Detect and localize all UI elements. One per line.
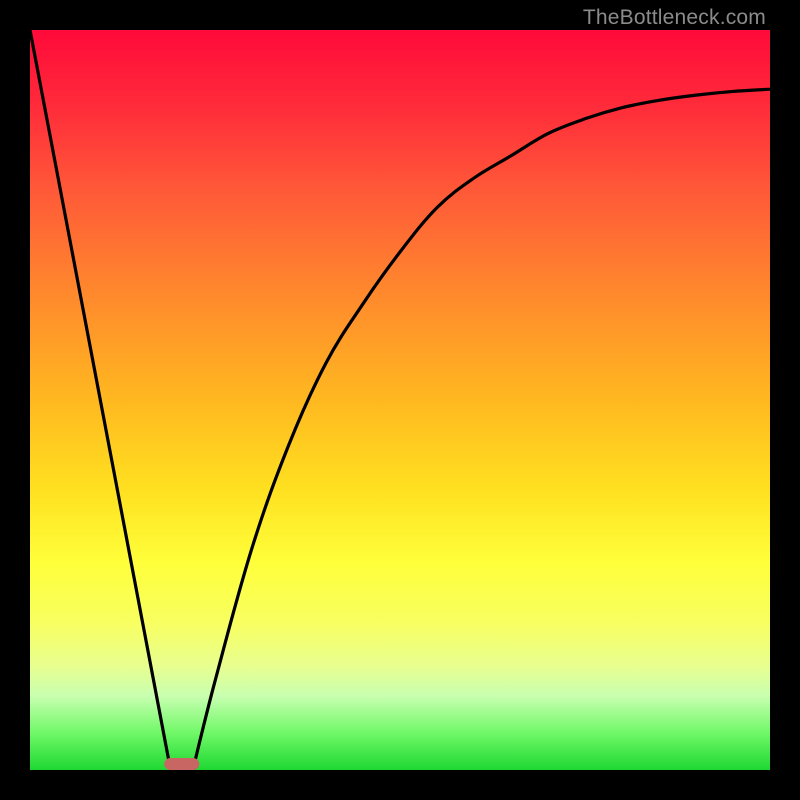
curve-layer [30, 30, 770, 770]
plot-area [30, 30, 770, 770]
left-slope-line [30, 30, 171, 770]
brand-watermark: TheBottleneck.com [583, 6, 766, 30]
right-curve-line [193, 89, 770, 770]
chart-container: TheBottleneck.com [0, 0, 800, 800]
bottleneck-marker [164, 758, 200, 770]
